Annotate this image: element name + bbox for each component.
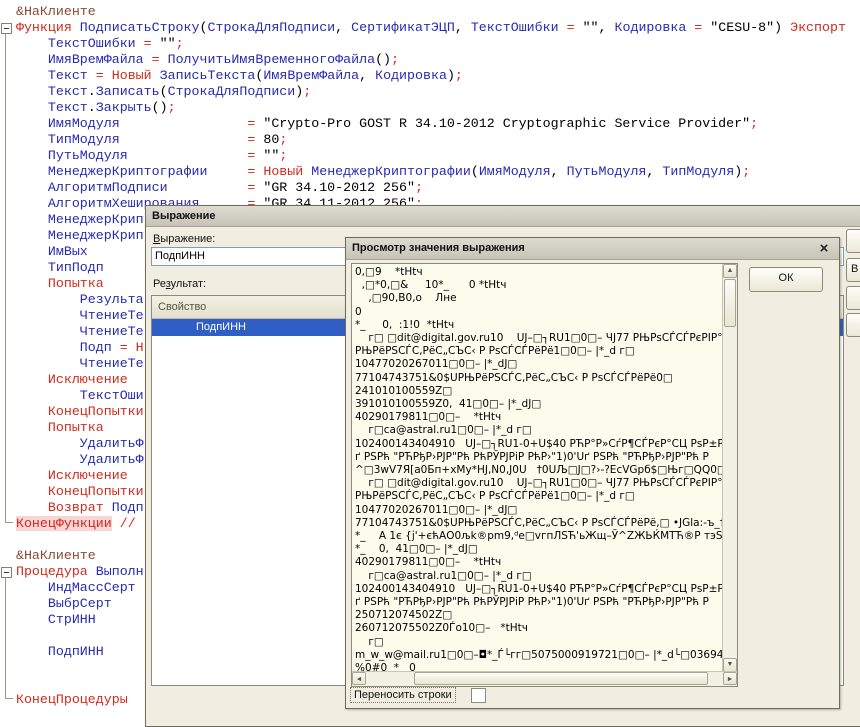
wrap-lines-label[interactable]: Переносить строки [350, 687, 456, 703]
close-icon[interactable]: × [816, 238, 832, 258]
expression-dialog-title: Выражение [152, 210, 215, 222]
scroll-left-icon[interactable]: ◄ [352, 672, 366, 685]
code-line: КонецФункции // [0, 516, 136, 532]
vertical-scrollbar[interactable]: ▲ ▼ [722, 264, 737, 672]
code-line: МенеджерКриптографии = Новый МенеджерКри… [0, 164, 750, 180]
code-line: КонецПроцедуры [0, 692, 128, 708]
code-line: Процедура Выполн [0, 564, 144, 580]
value-viewer-titlebar[interactable]: Просмотр значения выражения × [346, 238, 839, 260]
code-line: ИмВых [0, 244, 88, 260]
value-viewer-dialog: Просмотр значения выражения × 0,□9 *tНtч… [345, 237, 840, 709]
code-line: Исключение [0, 468, 128, 484]
code-line: Попытка [0, 420, 104, 436]
code-line: МенеджерКрип [0, 212, 144, 228]
result-label: Результат: [153, 278, 206, 290]
code-line: ВыбрСерт [0, 596, 112, 612]
code-line: КонецПопытки [0, 404, 144, 420]
code-line: МенеджерКрип [0, 228, 144, 244]
code-line: ТекстОши [0, 388, 144, 404]
code-line: &НаКлиенте [0, 548, 96, 564]
code-line: СтрИНН [0, 612, 96, 628]
code-line: ТипМодуля = 80; [0, 132, 287, 148]
scroll-up-icon[interactable]: ▲ [723, 264, 737, 278]
expression-dialog-titlebar[interactable]: Выражение [146, 206, 860, 227]
code-line: Текст.Записать(СтрокаДляПодписи); [0, 84, 311, 100]
expression-label: Выражение: [153, 233, 215, 245]
side-button-2[interactable]: В [846, 258, 860, 282]
code-line: Исключение [0, 372, 128, 388]
side-button-1[interactable] [846, 229, 860, 253]
code-line: ПодпИНН [0, 644, 104, 660]
code-line: Текст = Новый ЗаписьТекста(ИмяВремФайла,… [0, 68, 463, 84]
code-line: Попытка [0, 276, 104, 292]
vertical-scroll-thumb[interactable] [724, 279, 736, 327]
code-line: КонецПопытки [0, 484, 144, 500]
code-line: ИмяВремФайла = ПолучитьИмяВременногоФайл… [0, 52, 399, 68]
fold-marker-function[interactable] [1, 23, 12, 34]
code-line: АлгоритмПодписи = "GR 34.10-2012 256"; [0, 180, 423, 196]
code-line: ИмяМодуля = "Crypto-Pro GOST R 34.10-201… [0, 116, 758, 132]
code-line: &НаКлиенте [0, 4, 96, 20]
fold-corner-function [5, 522, 13, 523]
wrap-lines-row: Переносить строки [350, 687, 456, 705]
code-line: ЧтениеТе [0, 308, 144, 324]
ok-button[interactable]: ОК [749, 267, 823, 292]
code-line: ИндМассСерт [0, 580, 136, 596]
horizontal-scroll-thumb[interactable] [414, 672, 708, 685]
code-line: УдалитьФ [0, 436, 144, 452]
code-line: ТекстОшибки = ""; [0, 36, 184, 52]
code-line: Возврат Подп [0, 500, 144, 516]
code-line: Текст.Закрыть(); [0, 100, 176, 116]
side-button-3[interactable] [846, 286, 860, 310]
code-line: Подп = Н [0, 340, 144, 356]
code-line: ЧтениеТе [0, 356, 144, 372]
code-line: ПутьМодуля = ""; [0, 148, 287, 164]
fold-corner-procedure [5, 698, 13, 699]
value-dump-box[interactable]: 0,□9 *tНtч ,□*0,□& 10*_ 0 *tНtч ,□90,В0,… [351, 263, 738, 687]
fold-line-procedure [5, 578, 6, 698]
code-line: Функция ПодписатьСтроку(СтрокаДляПодписи… [0, 20, 846, 36]
fold-marker-procedure[interactable] [1, 567, 12, 578]
value-viewer-title: Просмотр значения выражения [352, 242, 525, 254]
scroll-down-icon[interactable]: ▼ [723, 658, 737, 672]
code-line: УдалитьФ [0, 452, 144, 468]
code-line: ТипПодп [0, 260, 104, 276]
value-dump-text: 0,□9 *tНtч ,□*0,□& 10*_ 0 *tНtч ,□90,В0,… [352, 264, 727, 674]
wrap-lines-checkbox[interactable] [471, 688, 486, 703]
fold-line-function [5, 34, 6, 523]
code-line: ЧтениеТе [0, 324, 144, 340]
side-button-4[interactable] [846, 313, 860, 337]
code-line: Результа [0, 292, 144, 308]
scroll-right-icon[interactable]: ► [723, 672, 737, 685]
horizontal-scrollbar[interactable]: ◄ ► [352, 671, 737, 686]
